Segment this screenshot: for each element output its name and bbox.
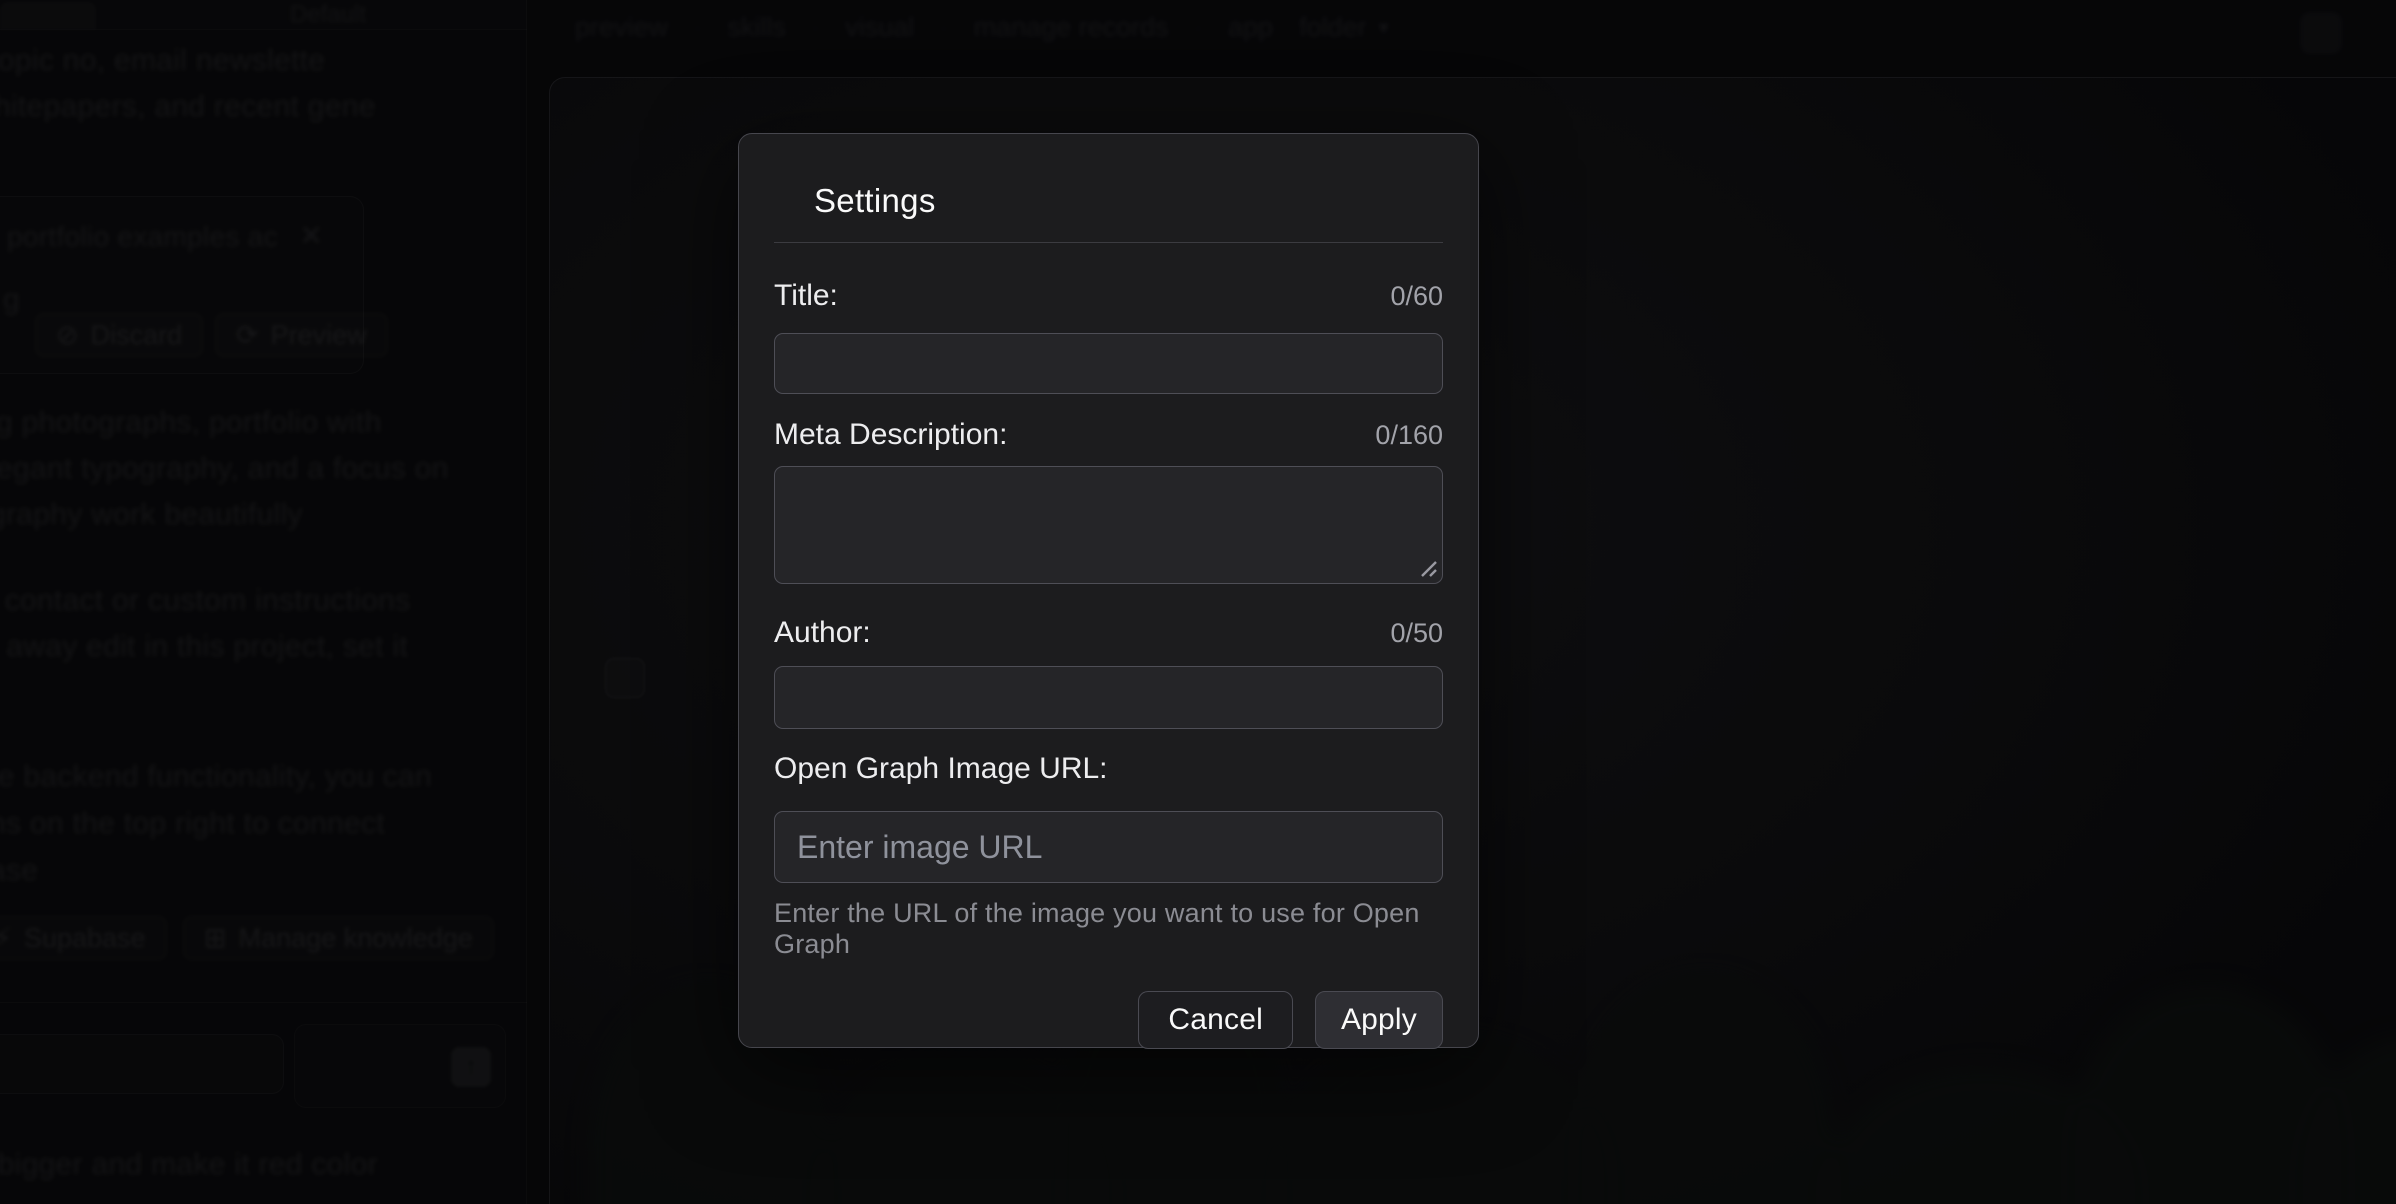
og-image-url-label: Open Graph Image URL:	[774, 752, 1108, 786]
title-char-counter: 0/60	[1390, 279, 1443, 313]
title-input[interactable]	[774, 333, 1443, 394]
author-input[interactable]	[774, 666, 1443, 729]
title-label: Title:	[774, 279, 838, 313]
meta-description-char-counter: 0/160	[1375, 418, 1443, 452]
author-label: Author:	[774, 616, 871, 650]
author-char-counter: 0/50	[1390, 616, 1443, 650]
dialog-title: Settings	[814, 184, 1443, 217]
cancel-button[interactable]: Cancel	[1138, 991, 1293, 1049]
dialog-footer: Cancel Apply	[774, 991, 1443, 1049]
dialog-divider	[774, 242, 1443, 243]
settings-dialog: Settings Title: 0/60 Meta Description: 0…	[738, 133, 1479, 1048]
apply-button[interactable]: Apply	[1315, 991, 1443, 1049]
og-image-url-helper: Enter the URL of the image you want to u…	[774, 898, 1443, 960]
og-image-url-input[interactable]	[774, 811, 1443, 883]
meta-description-label: Meta Description:	[774, 418, 1007, 452]
meta-description-textarea[interactable]	[774, 466, 1443, 584]
